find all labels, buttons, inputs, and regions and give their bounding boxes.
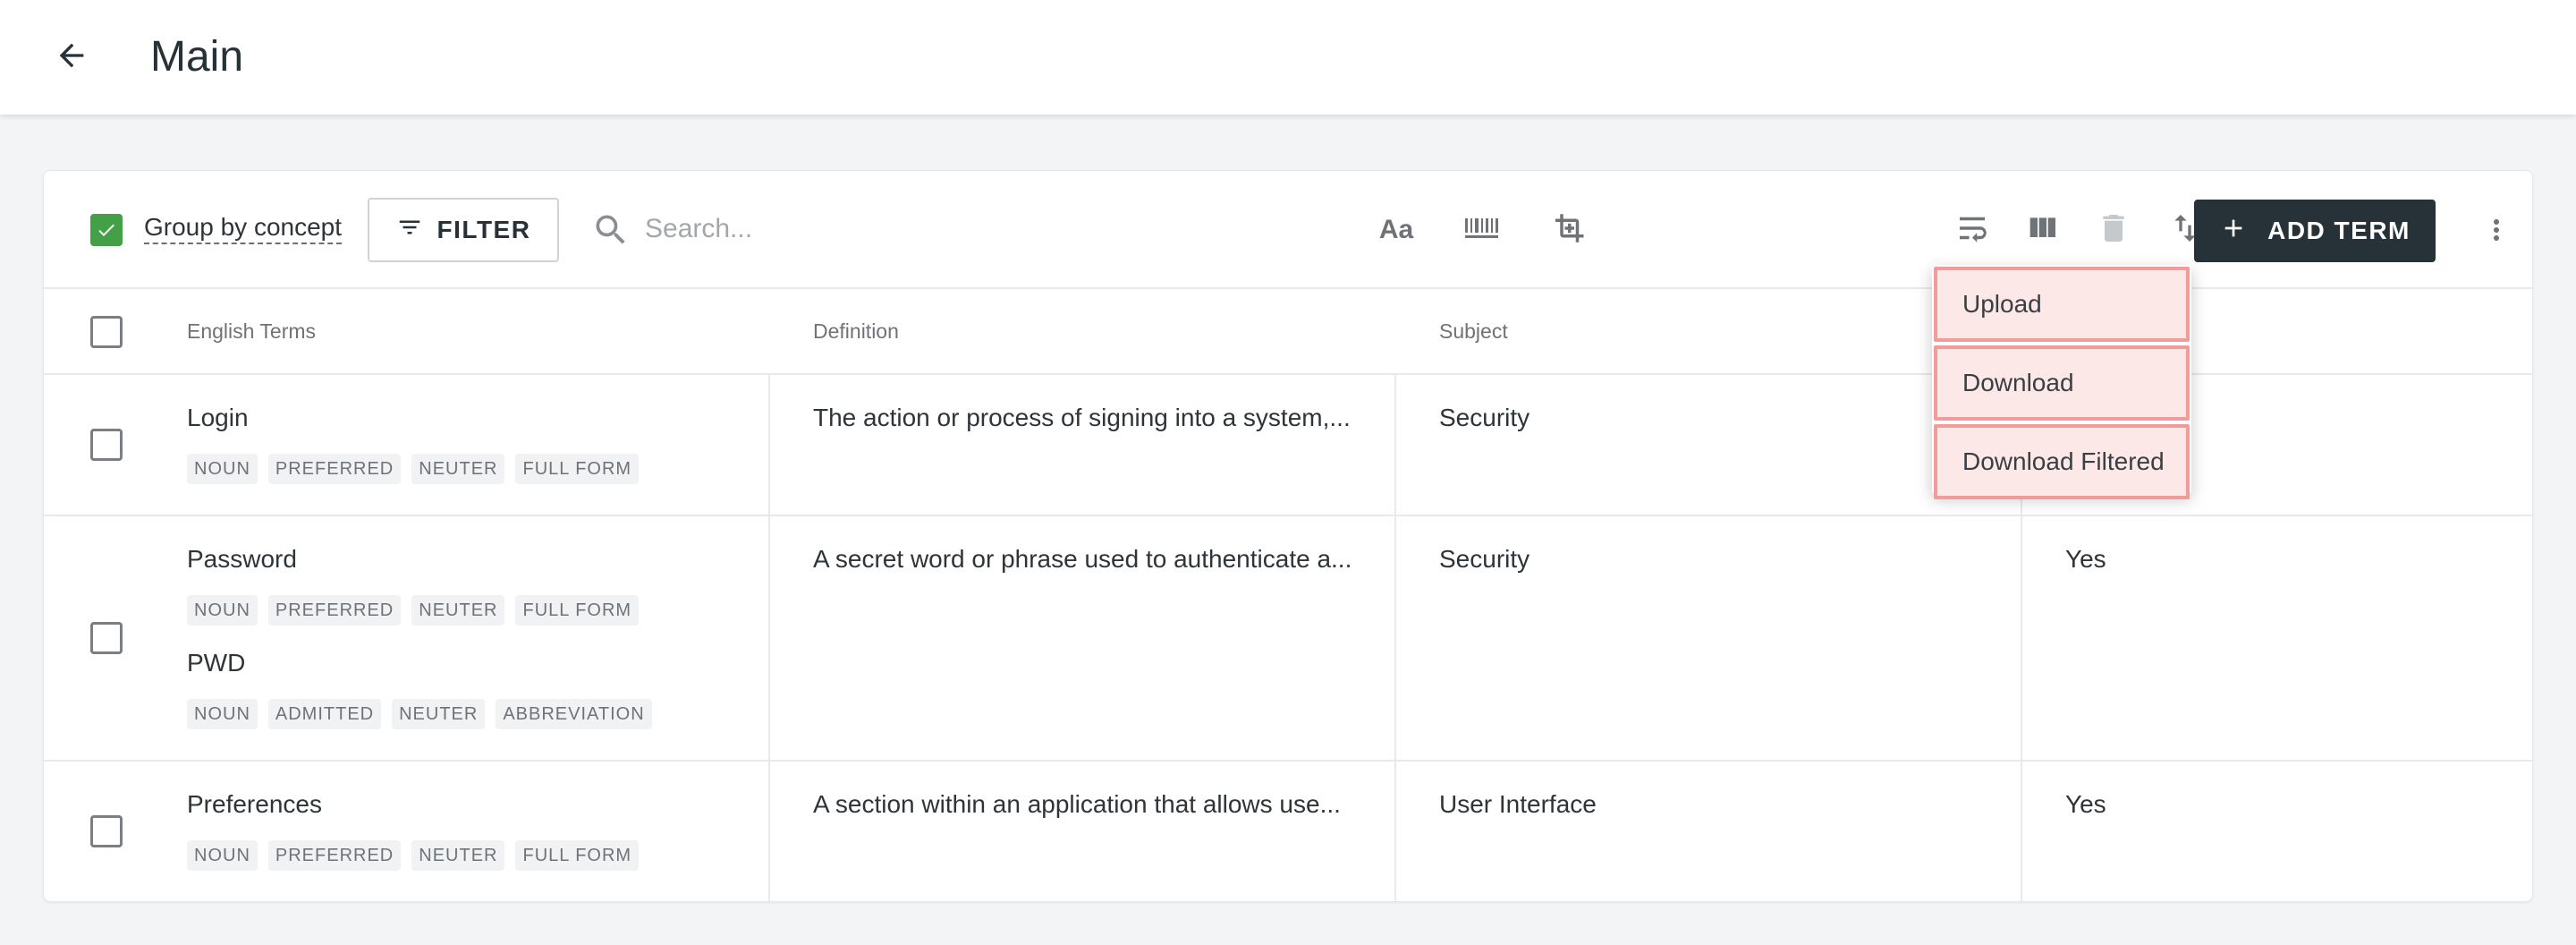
tag-badge: NOUN bbox=[187, 454, 258, 484]
delete-button[interactable] bbox=[2089, 205, 2139, 255]
extra-cell[interactable]: Yes bbox=[2065, 545, 2106, 574]
tag-badge: NOUN bbox=[187, 840, 258, 871]
trash-icon bbox=[2096, 210, 2131, 251]
tag-badge: NEUTER bbox=[411, 595, 505, 626]
page-title: Main bbox=[150, 33, 244, 81]
text-case-button[interactable]: Aa bbox=[1371, 205, 1421, 255]
definition-cell[interactable]: The action or process of signing into a … bbox=[813, 404, 1355, 432]
wrap-text-button[interactable] bbox=[1947, 205, 1997, 255]
tag-badge: PREFERRED bbox=[267, 595, 402, 626]
term-name[interactable]: Password bbox=[187, 545, 297, 574]
tag-badge: NEUTER bbox=[411, 454, 505, 484]
subject-cell[interactable]: User Interface bbox=[1439, 790, 1597, 819]
tag-badge: NEUTER bbox=[411, 840, 505, 871]
term-tags: NOUN PREFERRED NEUTER FULL FORM bbox=[187, 454, 640, 484]
tag-badge: ABBREVIATION bbox=[496, 699, 652, 729]
barcode-button[interactable] bbox=[1457, 205, 1507, 255]
text-case-icon: Aa bbox=[1378, 215, 1414, 244]
tag-badge: ADMITTED bbox=[267, 699, 382, 729]
row-checkbox[interactable] bbox=[90, 815, 123, 847]
menu-item-upload[interactable]: Upload bbox=[1934, 267, 2190, 342]
tag-badge: FULL FORM bbox=[515, 454, 640, 484]
plus-icon bbox=[2219, 214, 2248, 249]
barcode-icon bbox=[1463, 215, 1501, 246]
import-export-menu: Upload Download Download Filtered bbox=[1932, 265, 2191, 499]
row-checkbox[interactable] bbox=[90, 622, 123, 654]
subject-cell[interactable]: Security bbox=[1439, 545, 1530, 574]
term-tags: NOUN ADMITTED NEUTER ABBREVIATION bbox=[187, 699, 652, 729]
more-vertical-icon bbox=[2480, 212, 2512, 252]
term-name[interactable]: Login bbox=[187, 404, 249, 432]
tag-badge: PREFERRED bbox=[267, 840, 402, 871]
definition-cell[interactable]: A secret word or phrase used to authenti… bbox=[813, 545, 1355, 574]
wrap-text-icon bbox=[1953, 209, 1991, 251]
tag-badge: FULL FORM bbox=[515, 840, 640, 871]
menu-item-download-filtered[interactable]: Download Filtered bbox=[1934, 424, 2190, 499]
definition-cell[interactable]: A section within an application that all… bbox=[813, 790, 1355, 819]
tag-badge: NOUN bbox=[187, 699, 258, 729]
term-name[interactable]: Preferences bbox=[187, 790, 322, 819]
more-options-button[interactable] bbox=[2475, 207, 2518, 257]
menu-item-download[interactable]: Download bbox=[1934, 345, 2190, 421]
columns-button[interactable] bbox=[2017, 205, 2067, 255]
column-header-subject[interactable]: Subject bbox=[1439, 319, 1508, 344]
term-name[interactable]: PWD bbox=[187, 649, 245, 677]
arrow-left-icon bbox=[54, 38, 89, 78]
crop-frame-button[interactable] bbox=[1543, 205, 1593, 255]
add-term-button[interactable]: ADD TERM bbox=[2194, 200, 2436, 262]
term-tags: NOUN PREFERRED NEUTER FULL FORM bbox=[187, 595, 640, 626]
filter-button[interactable]: FILTER bbox=[368, 198, 559, 262]
term-tags: NOUN PREFERRED NEUTER FULL FORM bbox=[187, 840, 640, 871]
table-row[interactable]: Preferences NOUN PREFERRED NEUTER FULL F… bbox=[44, 762, 2532, 901]
column-header-definition[interactable]: Definition bbox=[813, 319, 899, 344]
tag-badge: NOUN bbox=[187, 595, 258, 626]
tag-badge: NEUTER bbox=[392, 699, 486, 729]
add-term-label: ADD TERM bbox=[2267, 217, 2411, 244]
tag-badge: FULL FORM bbox=[515, 595, 640, 626]
crop-frame-icon bbox=[1549, 209, 1587, 251]
back-button[interactable] bbox=[41, 27, 102, 88]
search-input[interactable] bbox=[645, 207, 1146, 251]
app-bar: Main bbox=[0, 0, 2576, 115]
table-row[interactable]: Password NOUN PREFERRED NEUTER FULL FORM… bbox=[44, 516, 2532, 762]
column-header-english-terms[interactable]: English Terms bbox=[187, 319, 316, 344]
tag-badge: PREFERRED bbox=[267, 454, 402, 484]
subject-cell[interactable]: Security bbox=[1439, 404, 1530, 432]
select-all-checkbox[interactable] bbox=[90, 316, 123, 348]
filter-icon bbox=[396, 214, 423, 247]
row-checkbox[interactable] bbox=[90, 429, 123, 461]
columns-icon bbox=[2024, 210, 2060, 251]
filter-button-label: FILTER bbox=[436, 216, 531, 243]
group-by-concept-checkbox[interactable] bbox=[90, 214, 123, 246]
extra-cell[interactable]: Yes bbox=[2065, 790, 2106, 819]
search-icon bbox=[591, 210, 631, 254]
group-by-concept-label[interactable]: Group by concept bbox=[144, 212, 343, 244]
